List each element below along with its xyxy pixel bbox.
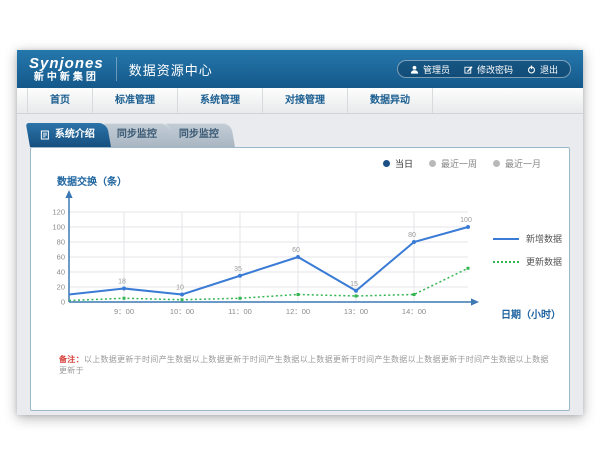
- svg-text:14：00: 14：00: [402, 307, 426, 316]
- svg-text:60: 60: [292, 247, 300, 254]
- user-action-label: 管理员: [423, 63, 450, 76]
- legend-swatch-icon: [493, 238, 519, 240]
- user-action-label: 退出: [540, 63, 558, 76]
- logo-brand-text: Synjones: [29, 56, 104, 71]
- nav-item-0[interactable]: 首页: [27, 88, 93, 113]
- svg-text:80: 80: [408, 232, 416, 239]
- svg-text:13：00: 13：00: [344, 307, 368, 316]
- radio-dot-icon: [429, 160, 436, 167]
- user-action-edit[interactable]: 修改密码: [464, 63, 513, 76]
- tab-2[interactable]: 同步监控: [165, 123, 235, 147]
- user-actions-bar: 管理员 修改密码 退出: [397, 60, 571, 78]
- nav-item-1[interactable]: 标准管理: [93, 88, 178, 113]
- document-icon: [40, 130, 50, 140]
- x-axis-title: 日期（小时）: [501, 306, 561, 321]
- svg-text:20: 20: [57, 283, 65, 292]
- svg-text:15: 15: [350, 281, 358, 288]
- legend-label: 新增数据: [526, 232, 562, 245]
- svg-text:0: 0: [61, 298, 65, 307]
- svg-text:60: 60: [57, 253, 65, 262]
- radio-dot-icon: [493, 160, 500, 167]
- edit-icon: [464, 65, 473, 74]
- svg-text:9：00: 9：00: [114, 307, 134, 316]
- range-filter-2[interactable]: 最近一月: [493, 157, 541, 170]
- range-filter-1[interactable]: 最近一周: [429, 157, 477, 170]
- svg-text:10：00: 10：00: [170, 307, 194, 316]
- tab-inner: 同步监控: [117, 123, 157, 147]
- chart-panel: 当日最近一周最近一月 数据交换（条） 0204060801001209：0010…: [30, 147, 570, 411]
- svg-text:100: 100: [460, 217, 472, 224]
- legend-item-1[interactable]: 更新数据: [493, 255, 562, 268]
- nav-item-4[interactable]: 数据异动: [348, 88, 433, 113]
- range-filter-group: 当日 最近一周 最近一月: [383, 157, 541, 170]
- svg-text:100: 100: [52, 223, 65, 232]
- header-divider: [116, 57, 117, 81]
- footnote-text: 以上数据更新于时间产生数据以上数据更新于时间产生数据以上数据更新于时间产生数据以…: [59, 355, 549, 375]
- tab-1[interactable]: 同步监控: [103, 123, 173, 147]
- tab-label: 同步监控: [117, 123, 157, 147]
- user-icon: [410, 65, 419, 74]
- range-filter-0[interactable]: 当日: [383, 157, 413, 170]
- nav-item-3[interactable]: 对接管理: [263, 88, 348, 113]
- radio-dot-icon: [383, 160, 390, 167]
- legend-label: 更新数据: [526, 255, 562, 268]
- logo[interactable]: Synjones 新中新集团: [29, 56, 104, 83]
- tab-inner: 系统介绍: [40, 123, 95, 147]
- svg-text:12：00: 12：00: [286, 307, 310, 316]
- svg-text:10: 10: [176, 285, 184, 292]
- legend-swatch-icon: [493, 261, 519, 263]
- tab-bar: 系统介绍同步监控同步监控: [30, 123, 235, 147]
- tab-label: 系统介绍: [55, 123, 95, 147]
- svg-text:80: 80: [57, 238, 65, 247]
- svg-text:11：00: 11：00: [228, 307, 252, 316]
- logout-icon: [527, 65, 536, 74]
- footnote: 备注：以上数据更新于时间产生数据以上数据更新于时间产生数据以上数据更新于时间产生…: [59, 354, 549, 376]
- footnote-prefix: 备注：: [59, 355, 84, 364]
- content-area: 系统介绍同步监控同步监控 当日最近一周最近一月 数据交换（条） 02040608…: [17, 114, 583, 415]
- app-header: Synjones 新中新集团 数据资源中心 管理员 修改密码 退出: [17, 50, 583, 88]
- series-legend: 新增数据更新数据: [493, 232, 562, 268]
- svg-text:35: 35: [234, 266, 242, 273]
- svg-text:40: 40: [57, 268, 65, 277]
- user-action-label: 修改密码: [477, 63, 513, 76]
- user-action-logout[interactable]: 退出: [527, 63, 558, 76]
- main-nav: 首页标准管理系统管理对接管理数据异动: [17, 88, 583, 114]
- user-action-user[interactable]: 管理员: [410, 63, 450, 76]
- range-filter-label: 当日: [395, 157, 413, 170]
- range-filter-label: 最近一月: [505, 157, 541, 170]
- line-chart: 0 20 40 60 80 100 120 9：00 10：00 11：00 12：00 13：00 1…: [41, 186, 511, 338]
- tab-inner: 同步监控: [179, 123, 219, 147]
- svg-text:18: 18: [118, 279, 126, 286]
- application-window: Synjones 新中新集团 数据资源中心 管理员修改密码退出 首页标准管理系统…: [17, 50, 583, 415]
- logo-company-text: 新中新集团: [29, 73, 104, 83]
- svg-text:120: 120: [52, 208, 65, 217]
- tab-label: 同步监控: [179, 123, 219, 147]
- nav-item-2[interactable]: 系统管理: [178, 88, 263, 113]
- app-title: 数据资源中心: [129, 60, 213, 79]
- tab-0[interactable]: 系统介绍: [26, 123, 111, 147]
- legend-item-0[interactable]: 新增数据: [493, 232, 562, 245]
- range-filter-label: 最近一周: [441, 157, 477, 170]
